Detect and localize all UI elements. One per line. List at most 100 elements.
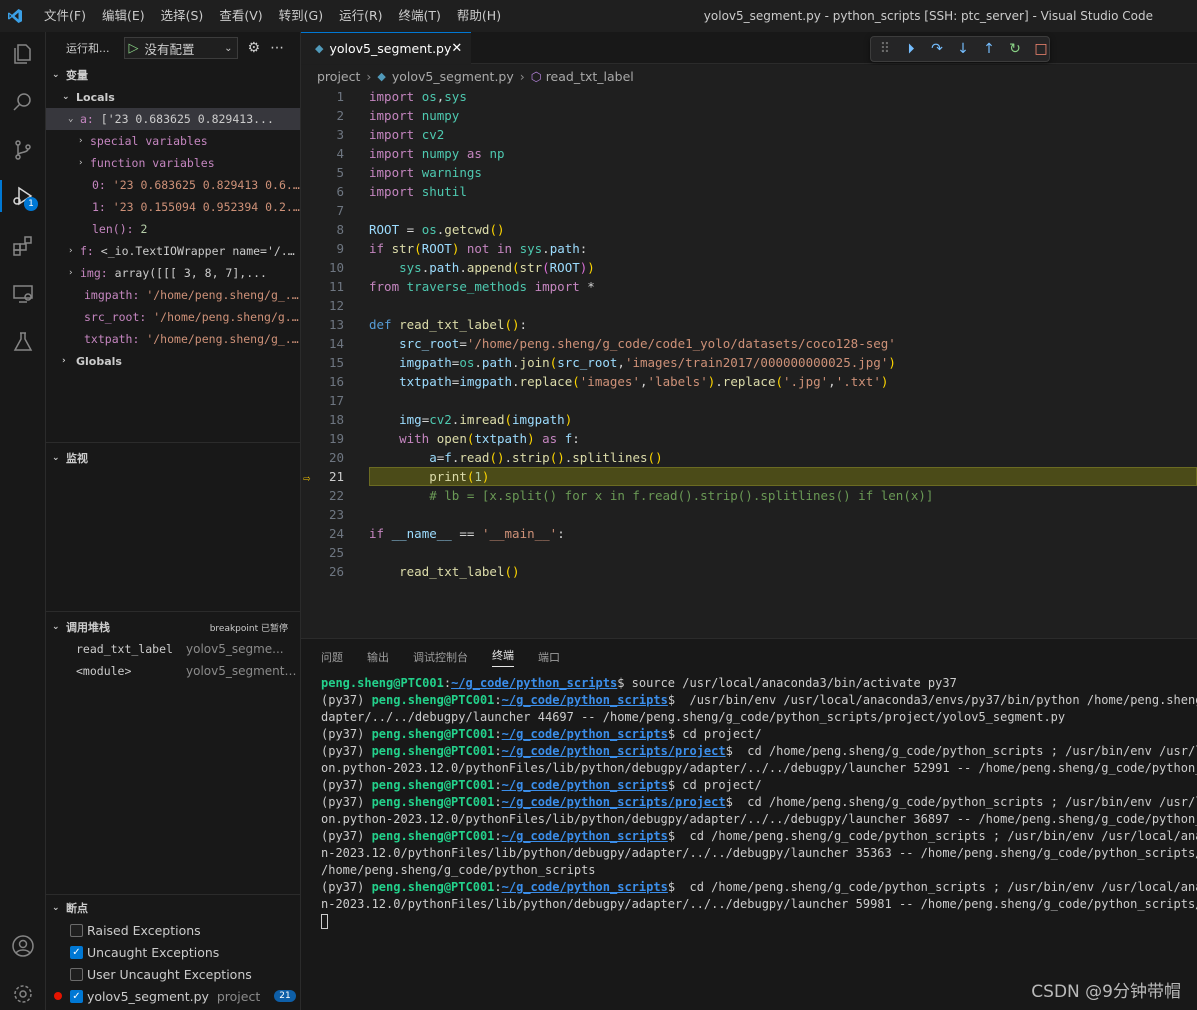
code-line[interactable]: 16 txtpath=imgpath.replace('images','lab… [301,372,1197,391]
code-line[interactable]: 14 src_root='/home/peng.sheng/g_code/cod… [301,334,1197,353]
restart-icon[interactable]: ↻ [1007,41,1023,57]
code-line[interactable]: 26 read_txt_label() [301,562,1197,581]
variable-txtpath[interactable]: txtpath: '/home/peng.sheng/g_... [46,328,300,350]
breakpoints-section-header[interactable]: ⌄ 断点 [46,897,300,919]
panel-tab[interactable]: 端口 [538,649,560,665]
code-line[interactable]: 7 [301,201,1197,220]
testing-icon[interactable] [0,320,46,364]
start-debugging-icon[interactable]: ▷ [129,41,139,56]
drag-handle-icon[interactable]: ⠿ [877,41,893,57]
code-line[interactable]: 22 # lb = [x.split() for x in f.read().s… [301,486,1197,505]
code-text: imgpath=os.path.join(src_root,'images/tr… [399,355,896,370]
step-out-icon[interactable]: ↑ [981,41,997,57]
code-line[interactable]: 3 import cv2 [301,125,1197,144]
menu-item[interactable]: 终端(T) [391,0,449,32]
function-variables-node[interactable]: › function variables [46,152,300,174]
run-debug-icon[interactable]: 1 [0,174,46,218]
var-name: imgpath: [84,288,140,302]
run-and-debug-label: 运行和... [66,42,110,55]
breadcrumb-folder[interactable]: project [317,69,360,84]
tab-yolov5-segment[interactable]: ◆ yolov5_segment.py ✕ [301,32,471,64]
code-line[interactable]: 6 import shutil [301,182,1197,201]
variable-a-len[interactable]: len(): 2 [46,218,300,240]
special-variables-node[interactable]: › special variables [46,130,300,152]
terminal-user: peng.sheng@PTC001 [371,829,495,843]
variable-a[interactable]: ⌄ a: ['23 0.683625 0.829413... [46,108,300,130]
terminal[interactable]: peng.sheng@PTC001:~/g_code/python_script… [301,675,1197,930]
callstack-frame[interactable]: read_txt_label yolov5_segme... [46,638,300,660]
checkbox[interactable] [70,967,83,981]
menu-item[interactable]: 选择(S) [153,0,212,32]
code-line[interactable]: 1 import os,sys [301,87,1197,106]
callstack-section-header[interactable]: ⌄ 调用堆栈 breakpoint 已暂停 [46,616,300,638]
panel-tab[interactable]: 调试控制台 [413,649,468,665]
panel-tab[interactable]: 终端 [492,647,514,667]
code-line[interactable]: 2 import numpy [301,106,1197,125]
code-line[interactable]: 13 def read_txt_label(): [301,315,1197,334]
watermark: CSDN @9分钟带帽 [1031,982,1181,1002]
code-line[interactable]: ⇨ 21 print(1) [301,467,1197,486]
variables-section-header[interactable]: ⌄ 变量 [46,64,300,86]
breakpoint-file-line[interactable]: ✓ yolov5_segment.py project 21 [46,985,300,1007]
source-control-icon[interactable] [0,128,46,172]
code-line[interactable]: 18 img=cv2.imread(imgpath) [301,410,1197,429]
code-text: from traverse_methods import * [369,279,595,294]
settings-gear-icon[interactable] [0,972,46,1010]
code-editor[interactable]: 1 import os,sys 2 import numpy 3 import cv2 4 i… [301,87,1197,638]
variable-src-root[interactable]: src_root: '/home/peng.sheng/g... [46,306,300,328]
variable-imgpath[interactable]: imgpath: '/home/peng.sheng/g_... [46,284,300,306]
code-line[interactable]: 5 import warnings [301,163,1197,182]
code-line[interactable]: 4 import numpy as np [301,144,1197,163]
variable-img[interactable]: › img: array([[[ 3, 8, 7],... [46,262,300,284]
files-icon[interactable] [0,32,46,76]
code-line[interactable]: 11 from traverse_methods import * [301,277,1197,296]
checkbox[interactable] [70,923,83,937]
code-line[interactable]: 23 [301,505,1197,524]
menu-item[interactable]: 帮助(H) [449,0,509,32]
panel-tab[interactable]: 问题 [321,649,343,665]
continue-icon[interactable]: ⏵ [903,41,919,57]
panel-tab[interactable]: 输出 [367,649,389,665]
breadcrumb-symbol[interactable]: read_txt_label [546,69,634,84]
menu-item[interactable]: 编辑(E) [94,0,153,32]
code-line[interactable]: 12 [301,296,1197,315]
more-actions-icon[interactable]: ⋯ [270,40,284,56]
remote-explorer-icon[interactable] [0,272,46,316]
breakpoint-uncaught-exceptions[interactable]: ✓ Uncaught Exceptions [46,941,300,963]
extensions-icon[interactable] [0,224,46,268]
breadcrumb-file[interactable]: yolov5_segment.py [392,69,514,84]
search-icon[interactable] [0,80,46,124]
account-icon[interactable] [0,924,46,968]
code-line[interactable]: 25 [301,543,1197,562]
code-line[interactable]: 17 [301,391,1197,410]
code-line[interactable]: 24 if __name__ == '__main__': [301,524,1197,543]
menu-item[interactable]: 文件(F) [36,0,94,32]
stop-icon[interactable]: □ [1033,41,1049,57]
breakpoint-user-uncaught-exceptions[interactable]: User Uncaught Exceptions [46,963,300,985]
code-line[interactable]: 15 imgpath=os.path.join(src_root,'images… [301,353,1197,372]
checkbox[interactable]: ✓ [70,945,83,959]
checkbox[interactable]: ✓ [70,989,83,1003]
var-value: '23 0.683625 0.829413 0.6... [112,178,300,192]
code-line[interactable]: 19 with open(txtpath) as f: [301,429,1197,448]
code-line[interactable]: 20 a=f.read().strip().splitlines() [301,448,1197,467]
close-icon[interactable]: ✕ [451,41,462,56]
watch-section-header[interactable]: ⌄ 监视 [46,447,300,469]
code-line[interactable]: 9 if str(ROOT) not in sys.path: [301,239,1197,258]
variable-a-item-1[interactable]: 1: '23 0.155094 0.952394 0.2... [46,196,300,218]
code-line[interactable]: 10 sys.path.append(str(ROOT)) [301,258,1197,277]
step-over-icon[interactable]: ↷ [929,41,945,57]
code-line[interactable]: 8 ROOT = os.getcwd() [301,220,1197,239]
locals-scope[interactable]: ⌄ Locals [46,86,300,108]
menu-item[interactable]: 运行(R) [331,0,390,32]
variable-f[interactable]: › f: <_io.TextIOWrapper name='/... [46,240,300,262]
menu-item[interactable]: 查看(V) [211,0,270,32]
breakpoint-raised-exceptions[interactable]: Raised Exceptions [46,919,300,941]
gear-icon[interactable]: ⚙ [248,40,261,56]
callstack-frame[interactable]: <module> yolov5_segment.py [46,660,300,682]
step-into-icon[interactable]: ↓ [955,41,971,57]
menu-item[interactable]: 转到(G) [271,0,331,32]
variable-a-item-0[interactable]: 0: '23 0.683625 0.829413 0.6... [46,174,300,196]
launch-config-select[interactable]: ▷ 没有配置 ⌄ [123,37,238,59]
globals-scope[interactable]: › Globals [46,350,300,372]
